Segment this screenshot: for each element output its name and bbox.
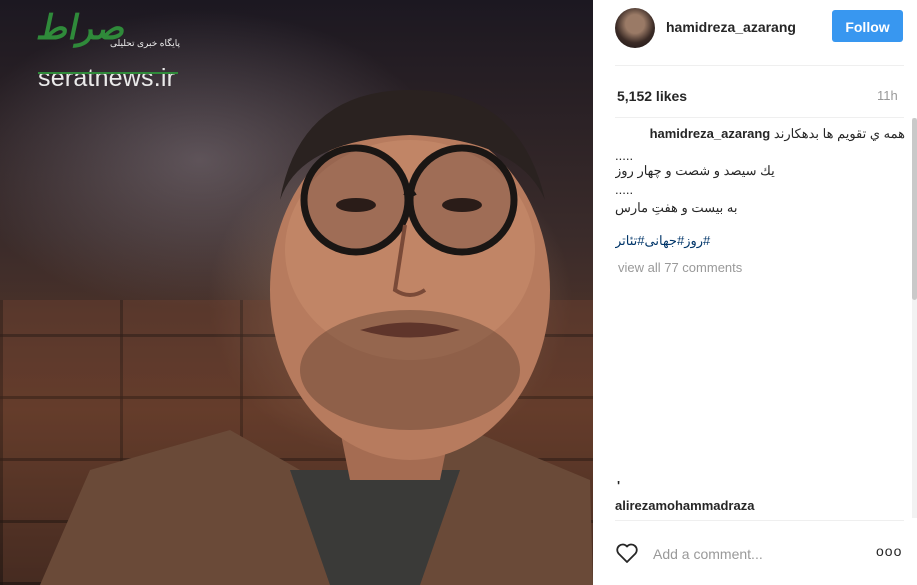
follow-button[interactable]: Follow xyxy=(832,10,903,42)
post-side-panel: hamidreza_azarang Follow 5,152 likes 11h… xyxy=(593,0,917,585)
comment-peek-mark: ' xyxy=(617,478,621,493)
caption-dots-1: ..... xyxy=(615,148,634,163)
add-comment-input[interactable] xyxy=(651,541,865,567)
comment-peek-username[interactable]: alirezamohammadraza xyxy=(615,498,754,513)
heart-icon[interactable] xyxy=(615,541,639,565)
caption-text-1: همه ي تقويم ها بدهكارند xyxy=(773,126,905,141)
post-header: hamidreza_azarang Follow xyxy=(593,0,903,60)
watermark-tagline: پایگاه خبری تحلیلی xyxy=(110,38,180,48)
avatar[interactable] xyxy=(615,8,655,48)
caption-line-1: hamidreza_azarang همه ي تقويم ها بدهكارن… xyxy=(650,126,905,142)
view-all-comments-link[interactable]: view all 77 comments xyxy=(618,260,742,275)
post-footer: ooo xyxy=(615,533,905,577)
likes-count[interactable]: 5,152 likes xyxy=(617,88,687,104)
caption-scrollbar-thumb[interactable] xyxy=(912,118,917,300)
footer-divider xyxy=(615,520,904,521)
hashtag-links[interactable]: #روز#جهانی#تئاتر xyxy=(615,233,710,249)
caption-username[interactable]: hamidreza_azarang xyxy=(650,126,771,141)
username-link[interactable]: hamidreza_azarang xyxy=(666,19,796,35)
watermark-url: seratnews.ir xyxy=(38,64,176,92)
caption-dots-2: ..... xyxy=(615,182,634,197)
caption-text-2: يك سيصد و شصت و چهار روز xyxy=(615,163,775,178)
header-divider xyxy=(615,65,904,66)
post-time[interactable]: 11h xyxy=(877,88,898,103)
seratnews-watermark: صراط پایگاه خبری تحلیلی seratnews.ir xyxy=(34,8,198,93)
more-options-icon[interactable]: ooo xyxy=(876,543,902,559)
watermark-rule xyxy=(38,72,178,74)
caption-scroll-area[interactable]: hamidreza_azarang همه ي تقويم ها بدهكارن… xyxy=(615,118,905,518)
caption-text-3: به بيست و هفتِ مارس xyxy=(615,200,738,215)
post-photo[interactable]: صراط پایگاه خبری تحلیلی seratnews.ir xyxy=(0,0,593,585)
